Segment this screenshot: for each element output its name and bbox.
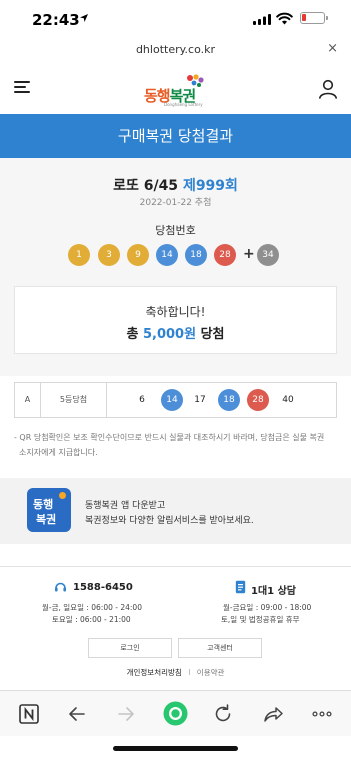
phone-number[interactable]: 1588-6450 bbox=[73, 582, 133, 593]
winning-ball-2: 3 bbox=[98, 244, 120, 266]
logo-subtext: Donghaeng Lottery bbox=[164, 102, 203, 107]
naver-n-icon[interactable] bbox=[18, 703, 40, 725]
winning-ball-6: 28 bbox=[214, 244, 236, 266]
footer-links: 개인정보처리방침 I 이용약관 bbox=[0, 667, 351, 678]
ticket-number-3: 17 bbox=[194, 395, 206, 405]
privacy-policy-link[interactable]: 개인정보처리방침 bbox=[127, 668, 182, 677]
ticket-number-1: 6 bbox=[139, 395, 145, 405]
ticket-number-2: 14 bbox=[161, 389, 183, 411]
ticket-number-4: 18 bbox=[218, 389, 240, 411]
winning-ball-5: 18 bbox=[185, 244, 207, 266]
wifi-icon bbox=[276, 12, 293, 25]
game-title: 로또 6/45 제999회 bbox=[0, 175, 351, 195]
app-icon-text-1: 동행 bbox=[33, 498, 54, 511]
terms-link[interactable]: 이용약관 bbox=[197, 668, 225, 677]
phone-hours-2: 토요일 : 06:00 - 21:00 bbox=[52, 615, 131, 624]
link-separator: I bbox=[188, 668, 191, 677]
hamburger-menu-icon[interactable] bbox=[14, 81, 30, 94]
promo-line2: 복권정보와 다양한 알림서비스를 받아보세요. bbox=[85, 516, 254, 526]
home-circle-icon[interactable] bbox=[163, 701, 188, 726]
ticket-rank-label: 5등당첨 bbox=[59, 395, 88, 404]
back-arrow-icon[interactable] bbox=[66, 703, 88, 725]
status-time: 22:43 bbox=[32, 11, 80, 29]
draw-result-section: 로또 6/45 제999회 2022-01-22 추첨 당첨번호 1 3 9 1… bbox=[0, 158, 351, 376]
ticket-number-6: 40 bbox=[282, 395, 294, 405]
game-name: 로또 6/45 bbox=[113, 178, 179, 194]
ticket-rank: 5등당첨 bbox=[41, 383, 107, 417]
draw-number: 제999회 bbox=[182, 178, 238, 194]
contact-footer: 1588-6450 월-금, 일요일 : 06:00 - 24:00 토요일 :… bbox=[0, 566, 351, 690]
winning-ball-4: 14 bbox=[156, 244, 178, 266]
prize-suffix: 당첨 bbox=[200, 327, 225, 342]
app-icon-text-2: 복권 bbox=[36, 513, 57, 526]
url-text[interactable]: dhlottery.co.kr bbox=[0, 43, 351, 56]
page-title: 구매복권 당첨결과 bbox=[117, 127, 234, 145]
ticket-slot-label: A bbox=[24, 395, 31, 404]
draw-date: 2022-01-22 추첨 bbox=[139, 198, 212, 208]
chat-hours-1: 월-금요일 : 09:00 - 18:00 bbox=[223, 603, 312, 612]
close-icon[interactable]: × bbox=[327, 41, 338, 56]
app-promo-banner[interactable]: 동행 복권 동행복권 앱 다운받고 복권정보와 다양한 알림서비스를 받아보세요… bbox=[0, 478, 351, 544]
winning-ball-3: 9 bbox=[127, 244, 149, 266]
forward-arrow-icon[interactable] bbox=[115, 703, 137, 725]
promo-line1: 동행복권 앱 다운받고 bbox=[85, 501, 166, 511]
location-arrow-icon bbox=[80, 14, 88, 22]
battery-icon bbox=[300, 12, 328, 24]
bonus-plus-sign: + bbox=[243, 246, 255, 262]
prize-summary-box: 축하합니다! 총 5,000원 당첨 bbox=[14, 286, 337, 354]
chat-hours-2: 토,일 및 법정공휴일 휴무 bbox=[221, 615, 300, 624]
winning-ball-1: 1 bbox=[68, 244, 90, 266]
share-icon[interactable] bbox=[262, 703, 284, 725]
bonus-ball: 34 bbox=[257, 244, 279, 266]
ticket-row: A 5등당첨 6 14 17 18 28 40 bbox=[14, 382, 337, 418]
headset-icon bbox=[55, 582, 66, 592]
browser-toolbar bbox=[0, 690, 351, 736]
status-bar: 22:43 bbox=[0, 0, 351, 38]
chat-support-title[interactable]: 1대1 상담 bbox=[251, 582, 296, 597]
winning-numbers-label: 당첨번호 bbox=[155, 224, 196, 237]
qr-notice: - QR 당첨확인은 보조 확인수단이므로 반드시 실물과 대조하시기 바라며,… bbox=[14, 430, 340, 460]
site-header: 동행복권 Donghaeng Lottery bbox=[0, 62, 351, 114]
customer-center-button[interactable]: 고객센터 bbox=[178, 638, 262, 658]
page-title-banner: 구매복권 당첨결과 bbox=[0, 114, 351, 158]
more-icon[interactable] bbox=[311, 703, 333, 725]
browser-url-bar[interactable]: dhlottery.co.kr × bbox=[0, 40, 351, 62]
cellular-signal-icon bbox=[253, 14, 271, 25]
prize-prefix: 총 bbox=[126, 327, 139, 342]
login-button[interactable]: 로그인 bbox=[88, 638, 172, 658]
donghaeng-logo[interactable]: 동행복권 Donghaeng Lottery bbox=[144, 72, 212, 107]
ticket-number-5: 28 bbox=[247, 389, 269, 411]
home-indicator[interactable] bbox=[113, 746, 238, 751]
qr-notice-line2: 소지자에게 지급합니다. bbox=[19, 448, 98, 457]
qr-notice-line1: - QR 당첨확인은 보조 확인수단이므로 반드시 실물과 대조하시기 바라며,… bbox=[14, 433, 325, 442]
reload-icon[interactable] bbox=[212, 703, 234, 725]
app-logo-icon[interactable]: 동행 복권 bbox=[27, 488, 71, 532]
user-icon[interactable] bbox=[318, 79, 338, 99]
document-icon bbox=[235, 580, 246, 594]
congrats-text: 축하합니다! bbox=[145, 305, 206, 319]
prize-amount: 5,000원 bbox=[142, 327, 197, 342]
phone-hours-1: 월-금, 일요일 : 06:00 - 24:00 bbox=[42, 603, 142, 612]
ticket-slot: A bbox=[15, 383, 41, 417]
prize-amount-line: 총 5,000원 당첨 bbox=[15, 323, 336, 342]
